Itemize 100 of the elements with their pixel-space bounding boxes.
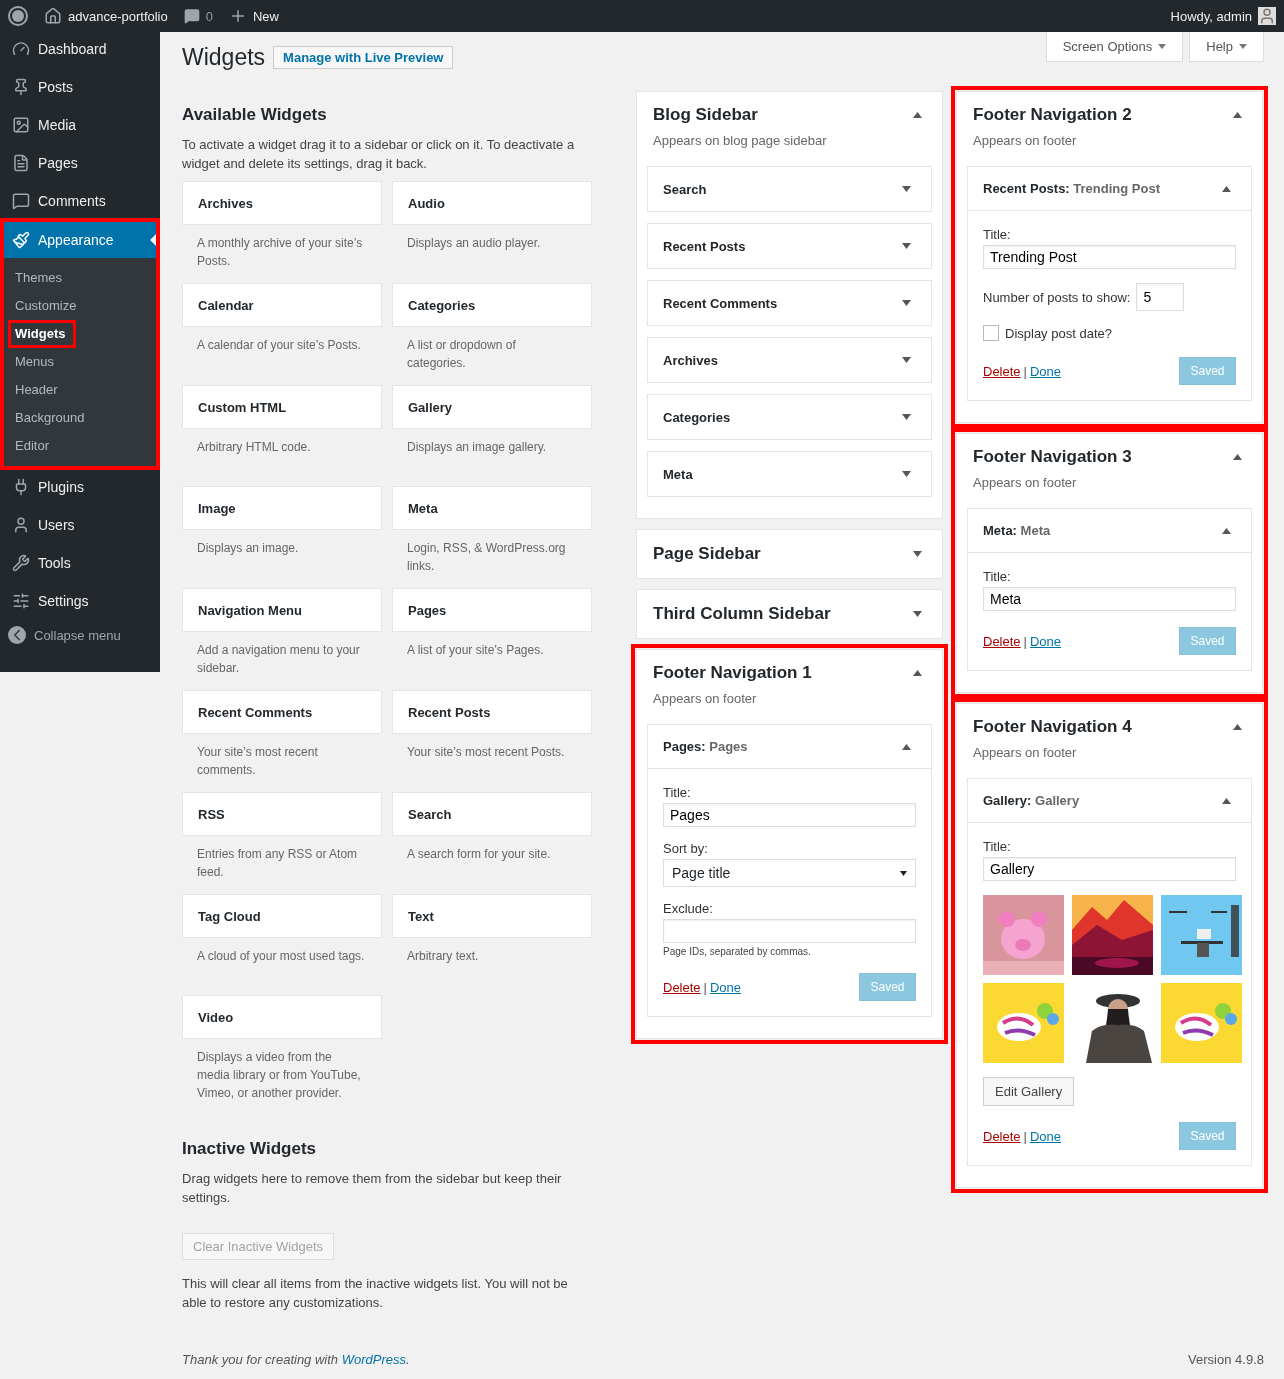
sidebar-title[interactable]: Blog Sidebar bbox=[653, 105, 758, 125]
widget-tile[interactable]: Gallery bbox=[392, 385, 592, 429]
wordpress-link[interactable]: WordPress bbox=[341, 1352, 406, 1367]
widget-header[interactable]: Gallery: Gallery bbox=[968, 779, 1251, 823]
delete-link[interactable]: Delete bbox=[983, 633, 1021, 649]
widget-description: Arbitrary HTML code. bbox=[196, 439, 312, 456]
done-link[interactable]: Done bbox=[1029, 1128, 1062, 1144]
menu-item[interactable]: Posts bbox=[4, 70, 156, 104]
delete-link[interactable]: Delete bbox=[983, 1128, 1021, 1144]
new-link[interactable]: New bbox=[252, 8, 279, 24]
widget-tile[interactable]: Navigation Menu bbox=[182, 588, 382, 632]
caret-up-icon[interactable] bbox=[1222, 527, 1231, 534]
menu-item[interactable]: Users bbox=[4, 508, 156, 542]
widget-tile[interactable]: Search bbox=[392, 792, 592, 836]
submenu-item[interactable]: Customize bbox=[8, 292, 88, 320]
text-field[interactable] bbox=[663, 919, 916, 943]
sidebar-title[interactable]: Third Column Sidebar bbox=[653, 604, 831, 624]
menu-item[interactable]: Appearance bbox=[4, 222, 156, 258]
number-field[interactable]: 5 bbox=[1136, 283, 1185, 311]
sidebar-title[interactable]: Page Sidebar bbox=[653, 544, 761, 564]
widget-tile[interactable]: RSS bbox=[182, 792, 382, 836]
widget-header[interactable]: Search bbox=[648, 167, 931, 211]
sidebar-title[interactable]: Footer Navigation 2 bbox=[973, 105, 1132, 125]
screen-meta-button[interactable]: Screen Options bbox=[1045, 32, 1184, 62]
caret-down-icon bbox=[1239, 44, 1247, 49]
widget-tile[interactable]: Categories bbox=[392, 283, 592, 327]
text-field[interactable]: Meta bbox=[983, 587, 1236, 611]
screen-meta-button[interactable]: Help bbox=[1189, 32, 1264, 62]
menu-item[interactable]: Dashboard bbox=[4, 32, 156, 66]
avatar-icon[interactable] bbox=[1258, 7, 1276, 25]
collapse-menu-button[interactable]: Collapse menu bbox=[0, 618, 160, 652]
sidebar-title[interactable]: Footer Navigation 1 bbox=[653, 663, 812, 683]
edit-gallery-button[interactable]: Edit Gallery bbox=[983, 1077, 1075, 1106]
done-link[interactable]: Done bbox=[709, 979, 742, 995]
done-link[interactable]: Done bbox=[1029, 633, 1062, 649]
delete-link[interactable]: Delete bbox=[663, 979, 701, 995]
caret-up-icon[interactable] bbox=[1222, 185, 1231, 192]
sidebar-title[interactable]: Footer Navigation 4 bbox=[973, 717, 1132, 737]
menu-item[interactable]: Plugins bbox=[4, 470, 156, 504]
live-preview-button[interactable]: Manage with Live Preview bbox=[273, 46, 454, 69]
sidebar-title[interactable]: Footer Navigation 3 bbox=[973, 447, 1132, 467]
caret-down-icon[interactable] bbox=[913, 551, 922, 557]
caret-down-icon[interactable] bbox=[902, 186, 911, 192]
menu-item[interactable]: Media bbox=[4, 108, 156, 142]
menu-item[interactable]: Pages bbox=[4, 146, 156, 180]
widget-header[interactable]: Categories bbox=[648, 395, 931, 439]
collapse-icon bbox=[8, 626, 26, 644]
widget-tile[interactable]: Recent Comments bbox=[182, 690, 382, 734]
widget-header[interactable]: Recent Posts: Trending Post bbox=[968, 167, 1251, 211]
done-link[interactable]: Done bbox=[1029, 363, 1062, 379]
widget-tile[interactable]: Calendar bbox=[182, 283, 382, 327]
widget-tile[interactable]: Audio bbox=[392, 181, 592, 225]
submenu-item[interactable]: Themes bbox=[8, 264, 73, 292]
site-name-link[interactable]: advance-portfolio bbox=[68, 8, 168, 24]
caret-up-icon[interactable] bbox=[1233, 112, 1242, 118]
caret-up-icon[interactable] bbox=[1233, 454, 1242, 460]
widget-header[interactable]: Meta: Meta bbox=[968, 509, 1251, 553]
caret-up-icon[interactable] bbox=[1233, 724, 1242, 730]
widget-header[interactable]: Recent Comments bbox=[648, 281, 931, 325]
caret-down-icon[interactable] bbox=[902, 243, 911, 249]
text-field[interactable]: Trending Post bbox=[983, 245, 1236, 269]
menu-item[interactable]: Tools bbox=[4, 546, 156, 580]
delete-link[interactable]: Delete bbox=[983, 363, 1021, 379]
caret-down-icon[interactable] bbox=[913, 611, 922, 617]
submenu-item[interactable]: Menus bbox=[8, 348, 66, 376]
menu-item[interactable]: Comments bbox=[4, 184, 156, 218]
home-icon[interactable] bbox=[44, 7, 62, 25]
caret-down-icon[interactable] bbox=[902, 471, 911, 477]
caret-up-icon[interactable] bbox=[1222, 797, 1231, 804]
logo-icon[interactable] bbox=[8, 6, 28, 26]
widget-header[interactable]: Pages: Pages bbox=[648, 725, 931, 769]
caret-up-icon[interactable] bbox=[913, 670, 922, 676]
text-field[interactable]: Pages bbox=[663, 803, 916, 827]
submenu-item[interactable]: Widgets bbox=[8, 320, 77, 348]
widget-tile[interactable]: Custom HTML bbox=[182, 385, 382, 429]
menu-item[interactable]: Settings bbox=[4, 584, 156, 618]
widget-tile[interactable]: Tag Cloud bbox=[182, 894, 382, 938]
widget-header[interactable]: Recent Posts bbox=[648, 224, 931, 268]
widget-tile[interactable]: Archives bbox=[182, 181, 382, 225]
caret-down-icon[interactable] bbox=[902, 414, 911, 420]
comment-icon[interactable] bbox=[183, 8, 200, 24]
select-field[interactable]: Page title bbox=[663, 859, 916, 887]
caret-down-icon[interactable] bbox=[902, 357, 911, 363]
widget-tile[interactable]: Image bbox=[182, 486, 382, 530]
submenu-item[interactable]: Header bbox=[8, 376, 69, 404]
widget-tile[interactable]: Meta bbox=[392, 486, 592, 530]
caret-down-icon[interactable] bbox=[902, 300, 911, 306]
submenu-item[interactable]: Background bbox=[8, 404, 96, 432]
widget-tile[interactable]: Pages bbox=[392, 588, 592, 632]
widget-header[interactable]: Archives bbox=[648, 338, 931, 382]
text-field[interactable]: Gallery bbox=[983, 857, 1236, 881]
caret-up-icon[interactable] bbox=[902, 743, 911, 750]
widget-tile[interactable]: Text bbox=[392, 894, 592, 938]
checkbox[interactable] bbox=[983, 325, 999, 341]
widget-tile[interactable]: Video bbox=[182, 995, 382, 1039]
caret-up-icon[interactable] bbox=[913, 112, 922, 118]
submenu-item[interactable]: Editor bbox=[8, 432, 60, 460]
greeting-link[interactable]: Howdy, admin bbox=[1170, 8, 1252, 24]
widget-header[interactable]: Meta bbox=[648, 452, 931, 496]
widget-tile[interactable]: Recent Posts bbox=[392, 690, 592, 734]
